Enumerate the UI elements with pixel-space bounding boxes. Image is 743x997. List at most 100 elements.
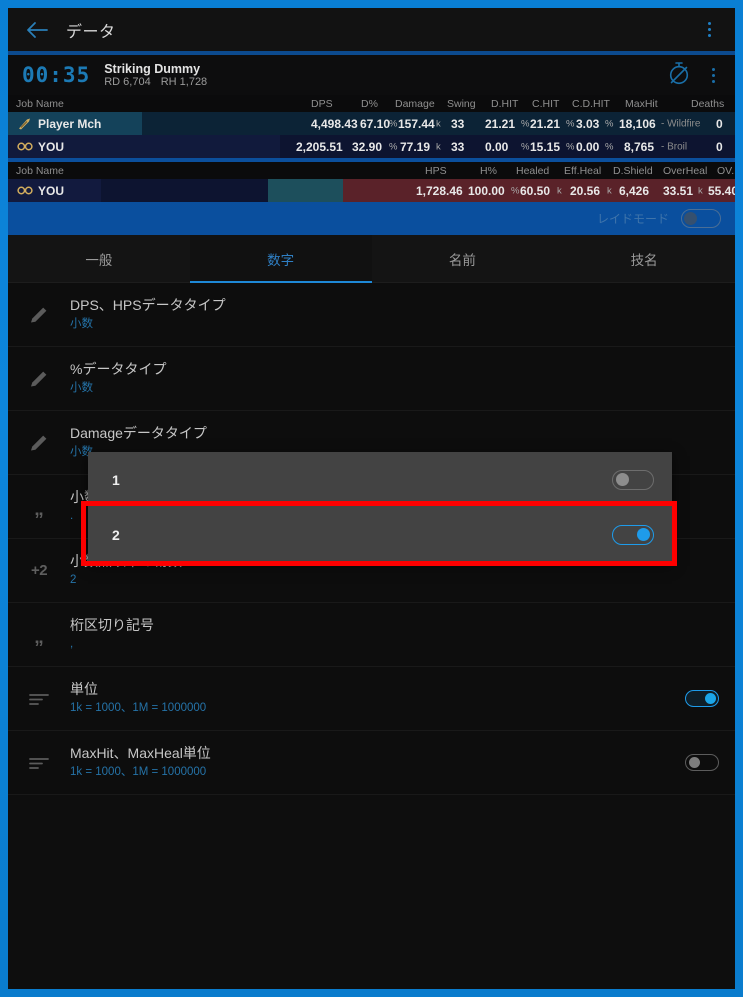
- setting-title: MaxHit、MaxHeal単位: [70, 745, 211, 762]
- row-deaths: 0: [716, 116, 723, 131]
- dropdown-option-2[interactable]: 2: [88, 507, 672, 562]
- dropdown-option-1[interactable]: 1: [88, 452, 672, 507]
- app-window: データ 00:35 Striking Dummy RD 6,704 RH 1,72…: [8, 8, 735, 989]
- dropdown-option-1-label: 1: [112, 471, 120, 488]
- heal-col-hpct: H%: [480, 164, 497, 177]
- row-chit: 15.15: [530, 139, 561, 154]
- row-chit: 21.21: [530, 116, 561, 131]
- maxhit-units-toggle[interactable]: [685, 754, 719, 771]
- setting-value: 1k = 1000、1M = 1000000: [70, 766, 207, 779]
- row-dpct: 67.10: [360, 116, 391, 131]
- dmg-col-cdhit: C.D.HIT: [572, 97, 610, 110]
- setting-units[interactable]: 単位 1k = 1000、1M = 1000000: [8, 667, 735, 731]
- lines-icon: [8, 755, 70, 771]
- tab-numbers-label: 数字: [267, 252, 295, 268]
- heal-row-hpct-unit: %: [511, 185, 520, 196]
- setting-maxhit-maxheal-units[interactable]: MaxHit、MaxHeal単位 1k = 1000、1M = 1000000: [8, 731, 735, 795]
- plus-two-icon: +2: [30, 562, 48, 579]
- heal-col-dshield: D.Shield: [613, 164, 653, 177]
- dropdown-option-2-label: 2: [112, 526, 120, 543]
- heal-col-effheal: Eff.Heal: [564, 164, 602, 177]
- heal-col-jobname: Job Name: [16, 164, 64, 177]
- row-dpct: 32.90: [352, 139, 383, 154]
- tab-skill-names[interactable]: 技名: [553, 235, 735, 282]
- arrow-left-icon[interactable]: [24, 17, 50, 43]
- astrologian-job-icon: [16, 138, 33, 155]
- setting-value: ,: [70, 638, 74, 651]
- encounter-info: Striking Dummy RD 6,704 RH 1,728: [104, 62, 217, 88]
- table-row[interactable]: YOU 1,728.46 100.00 % 60.50 k 20.56 k 6,…: [8, 179, 735, 202]
- heal-row-hps: 1,728.46: [416, 183, 463, 198]
- machinist-job-icon: [16, 115, 33, 132]
- tab-numbers[interactable]: 数字: [189, 235, 372, 283]
- dmg-col-dpct: D%: [361, 97, 378, 110]
- decimal-places-dropdown: 1 2: [88, 452, 672, 562]
- row-damage: 77.19: [400, 139, 431, 154]
- row-cdhit: 0.00: [576, 139, 600, 154]
- tab-names[interactable]: 名前: [372, 235, 554, 282]
- heal-row-overheal-unit: k: [698, 185, 703, 196]
- row-chit-unit: %: [566, 141, 575, 152]
- setting-dps-hps-datatype[interactable]: DPS、HPSデータタイプ 小数: [8, 283, 735, 347]
- heal-row-hpct: 100.00: [468, 183, 505, 198]
- tab-general-label: 一般: [85, 252, 113, 268]
- screen-root: データ 00:35 Striking Dummy RD 6,704 RH 1,72…: [0, 0, 743, 997]
- heal-col-ovh: OV.H: [717, 164, 735, 177]
- kebab-menu-icon[interactable]: [697, 16, 721, 44]
- row-dhit: 0.00: [485, 139, 509, 154]
- row-maxhit: 8,765: [624, 139, 655, 154]
- raid-mode-toggle[interactable]: [681, 209, 721, 228]
- dmg-col-dps: DPS: [311, 97, 333, 110]
- dropdown-option-2-toggle[interactable]: [612, 524, 654, 545]
- row-dps: 4,498.43: [311, 116, 358, 131]
- setting-value: 小数: [70, 382, 93, 395]
- encounter-stats: RD 6,704 RH 1,728: [104, 76, 217, 88]
- dropdown-option-1-toggle[interactable]: [612, 469, 654, 490]
- setting-percent-datatype[interactable]: %データタイプ 小数: [8, 347, 735, 411]
- tab-general[interactable]: 一般: [8, 235, 190, 282]
- setting-text: 桁区切り記号 ,: [70, 616, 719, 652]
- dmg-col-swing: Swing: [447, 97, 476, 110]
- row-maxhit-skill: - Broil: [661, 141, 688, 152]
- dmg-col-chit: C.HIT: [532, 97, 560, 110]
- row-swing: 33: [451, 139, 465, 154]
- setting-title: Damageデータタイプ: [70, 425, 207, 442]
- stopwatch-off-icon[interactable]: [667, 60, 691, 91]
- pencil-icon: [8, 432, 70, 454]
- encounter-rh: RH 1,728: [160, 75, 208, 88]
- setting-title: %データタイプ: [70, 361, 167, 378]
- setting-text: MaxHit、MaxHeal単位 1k = 1000、1M = 1000000: [70, 744, 685, 780]
- setting-value: 2: [70, 574, 77, 587]
- table-row[interactable]: YOU 2,205.51 32.90 % 77.19 k 33 0.00 % 1…: [8, 135, 735, 158]
- row-dps: 2,205.51: [296, 139, 343, 154]
- tab-skill-names-label: 技名: [630, 252, 658, 268]
- tab-names-label: 名前: [448, 252, 476, 268]
- heal-col-healed: Healed: [516, 164, 550, 177]
- heal-row-dshield: 6,426: [619, 183, 650, 198]
- setting-thousands-separator[interactable]: „ 桁区切り記号 ,: [8, 603, 735, 667]
- dmg-col-deaths: Deaths: [691, 97, 725, 110]
- page-title: データ: [66, 23, 116, 41]
- heal-row-name: YOU: [38, 183, 65, 198]
- settings-tabs: 一般 数字 名前 技名: [8, 235, 735, 283]
- row-dhit: 21.21: [485, 116, 516, 131]
- row-dhit-unit: %: [521, 118, 530, 129]
- lines-icon: [8, 691, 70, 707]
- row-player-name: Player Mch: [38, 116, 102, 131]
- row-player-name: YOU: [38, 139, 65, 154]
- row-maxhit-skill: - Wildfire: [661, 118, 701, 129]
- setting-value: 1k = 1000、1M = 1000000: [70, 702, 207, 715]
- row-swing: 33: [451, 116, 465, 131]
- table-row[interactable]: Player Mch 4,498.43 67.10 % 157.44 k 33 …: [8, 112, 735, 135]
- row-damage-unit: k: [436, 118, 441, 129]
- setting-text: %データタイプ 小数: [70, 360, 719, 396]
- heal-col-overheal: OverHeal: [663, 164, 708, 177]
- pencil-icon: [8, 304, 70, 326]
- meter-kebab-menu-icon[interactable]: [701, 61, 725, 89]
- encounter-name: Striking Dummy: [104, 61, 201, 76]
- heal-row-effheal: 20.56: [570, 183, 601, 198]
- units-toggle[interactable]: [685, 690, 719, 707]
- raid-mode-label: レイドモード: [596, 212, 669, 226]
- heal-row-effheal-unit: k: [607, 185, 612, 196]
- setting-control: [685, 754, 719, 771]
